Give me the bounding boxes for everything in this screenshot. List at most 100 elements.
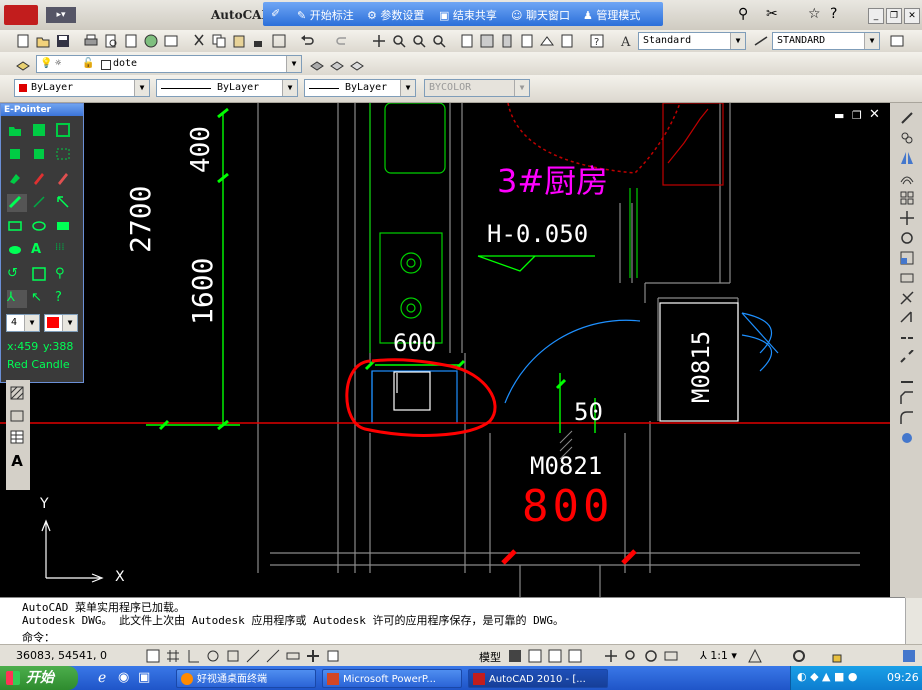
trim-icon[interactable] bbox=[898, 289, 916, 307]
ducs-button[interactable] bbox=[264, 647, 282, 665]
scale-icon[interactable] bbox=[898, 249, 916, 267]
zoom-window-icon[interactable] bbox=[410, 32, 428, 50]
model-label[interactable]: 模型 bbox=[479, 649, 501, 665]
new-file-icon[interactable] bbox=[14, 32, 32, 50]
clean-screen-button[interactable] bbox=[900, 647, 918, 665]
lineweight-select[interactable]: ByLayer ▼ bbox=[304, 79, 416, 97]
drawing-canvas[interactable]: 2700 400 1600 3#厨房 H-0.050 600 M0815 50 … bbox=[0, 103, 890, 597]
extend-icon[interactable] bbox=[898, 309, 916, 327]
ep-arrow-icon[interactable] bbox=[55, 194, 75, 212]
drawing-minimize-button[interactable]: ▬ bbox=[834, 109, 844, 122]
text-style-select[interactable]: Standard ▼ bbox=[638, 32, 746, 50]
dim-style-icon[interactable] bbox=[752, 32, 770, 50]
tray-icons[interactable]: ◐ ◆ ▲ ■ ● bbox=[797, 670, 858, 683]
ep-filled-rect-icon[interactable] bbox=[55, 218, 75, 236]
chat-window-button[interactable]: ☺ 聊天窗口 bbox=[511, 7, 570, 23]
restore-button[interactable]: ❐ bbox=[886, 8, 902, 24]
publish-icon[interactable] bbox=[122, 32, 140, 50]
taskbar-item-powerpoint[interactable]: Microsoft PowerP... bbox=[322, 669, 462, 688]
tools-icon[interactable]: ✂ bbox=[766, 6, 778, 22]
lightbulb-icon[interactable]: 💡 bbox=[40, 56, 52, 72]
ep-cursor-icon[interactable]: ↖ bbox=[31, 290, 51, 308]
lock-icon[interactable]: 🔓 bbox=[82, 56, 94, 72]
pan-status-button[interactable] bbox=[602, 647, 620, 665]
rotate-icon[interactable] bbox=[898, 229, 916, 247]
ep-size-select[interactable]: 4 ▼ bbox=[6, 314, 40, 332]
pin-icon[interactable]: ✐ bbox=[271, 7, 280, 20]
ep-undo-icon[interactable]: ↺ bbox=[7, 266, 27, 284]
ep-copy-icon[interactable] bbox=[7, 146, 27, 164]
table-icon[interactable] bbox=[8, 428, 26, 446]
ep-grid-icon[interactable]: ⁞⁞⁞ bbox=[55, 242, 75, 260]
markup-icon[interactable] bbox=[538, 32, 556, 50]
layout1-button[interactable] bbox=[526, 647, 544, 665]
annotation-scale[interactable]: ⅄ 1:1 ▾ bbox=[700, 649, 737, 662]
block-editor-icon[interactable] bbox=[270, 32, 288, 50]
showmotion-button[interactable] bbox=[662, 647, 680, 665]
open-file-icon[interactable] bbox=[34, 32, 52, 50]
make-current-layer-icon[interactable] bbox=[308, 55, 326, 73]
taskbar-item-hst[interactable]: 好视通桌面终端 bbox=[176, 669, 316, 688]
properties-icon[interactable] bbox=[458, 32, 476, 50]
copy-object-icon[interactable] bbox=[898, 129, 916, 147]
admin-mode-button[interactable]: ♟ 管理模式 bbox=[583, 7, 640, 23]
layer-previous-icon[interactable] bbox=[328, 55, 346, 73]
ep-ellipse-icon[interactable] bbox=[31, 218, 51, 236]
otrack-button[interactable] bbox=[244, 647, 262, 665]
sun-icon[interactable]: ☼ bbox=[55, 56, 61, 72]
plot-preview-icon[interactable] bbox=[102, 32, 120, 50]
ep-rect-icon[interactable] bbox=[7, 218, 27, 236]
ep-pen-icon[interactable] bbox=[31, 170, 51, 188]
hatch-icon[interactable] bbox=[8, 384, 26, 402]
ep-paste-icon[interactable] bbox=[31, 146, 51, 164]
taskbar-item-autocad[interactable]: AutoCAD 2010 - [... bbox=[468, 669, 608, 688]
table-style-icon[interactable] bbox=[888, 32, 906, 50]
redo-icon[interactable] bbox=[334, 32, 352, 50]
favorite-icon[interactable]: ☆ bbox=[808, 6, 821, 22]
snap-mode-button[interactable] bbox=[144, 647, 162, 665]
fillet-icon[interactable] bbox=[898, 409, 916, 427]
paste-icon[interactable] bbox=[230, 32, 248, 50]
ep-select-icon[interactable] bbox=[55, 146, 75, 164]
move-icon[interactable] bbox=[898, 209, 916, 227]
desktop-quicklaunch-icon[interactable]: ◉ bbox=[118, 670, 129, 685]
command-scrollbar[interactable] bbox=[905, 598, 922, 645]
ep-capture-icon[interactable] bbox=[31, 266, 51, 284]
layer-manager-icon[interactable] bbox=[14, 55, 32, 73]
ep-color-select[interactable]: ▼ bbox=[44, 314, 78, 332]
erase-icon[interactable] bbox=[898, 109, 916, 127]
drawing-close-button[interactable]: ✕ bbox=[869, 107, 880, 122]
region-icon[interactable] bbox=[8, 406, 26, 424]
command-prompt[interactable]: 命令： bbox=[22, 629, 55, 645]
layer-states-icon[interactable] bbox=[348, 55, 366, 73]
join-icon[interactable] bbox=[898, 369, 916, 387]
steering-wheel-button[interactable] bbox=[642, 647, 660, 665]
start-annotate-button[interactable]: ✎ 开始标注 bbox=[297, 7, 354, 23]
zoom-realtime-icon[interactable] bbox=[390, 32, 408, 50]
ortho-mode-button[interactable] bbox=[184, 647, 202, 665]
break-point-icon[interactable] bbox=[898, 329, 916, 347]
media-quicklaunch-icon[interactable]: ▣ bbox=[138, 670, 150, 685]
ep-filled-ellipse-icon[interactable] bbox=[7, 242, 27, 260]
break-icon[interactable] bbox=[898, 349, 916, 367]
ep-line-icon[interactable] bbox=[31, 194, 51, 212]
ep-pointer-icon[interactable]: ⅄ bbox=[7, 290, 27, 308]
param-settings-button[interactable]: ⚙ 参数设置 bbox=[367, 7, 424, 23]
close-button[interactable]: ✕ bbox=[904, 8, 920, 24]
drawing-restore-button[interactable]: ❐ bbox=[852, 109, 862, 122]
lineweight-button[interactable] bbox=[304, 647, 322, 665]
match-properties-icon[interactable] bbox=[250, 32, 268, 50]
help-icon[interactable]: ? bbox=[830, 6, 837, 22]
ep-open-icon[interactable] bbox=[7, 122, 27, 140]
ep-text-icon[interactable]: A bbox=[31, 242, 51, 260]
workspace-switch-button[interactable] bbox=[790, 647, 808, 665]
design-center-icon[interactable] bbox=[478, 32, 496, 50]
minimize-button[interactable]: _ bbox=[868, 8, 884, 24]
color-select[interactable]: ByLayer ▼ bbox=[14, 79, 150, 97]
mirror-icon[interactable] bbox=[898, 149, 916, 167]
ep-save-icon[interactable] bbox=[31, 122, 51, 140]
model-space-button[interactable] bbox=[506, 647, 524, 665]
polar-tracking-button[interactable] bbox=[204, 647, 222, 665]
stretch-icon[interactable] bbox=[898, 269, 916, 287]
help-toolbar-icon[interactable]: ? bbox=[588, 32, 606, 50]
